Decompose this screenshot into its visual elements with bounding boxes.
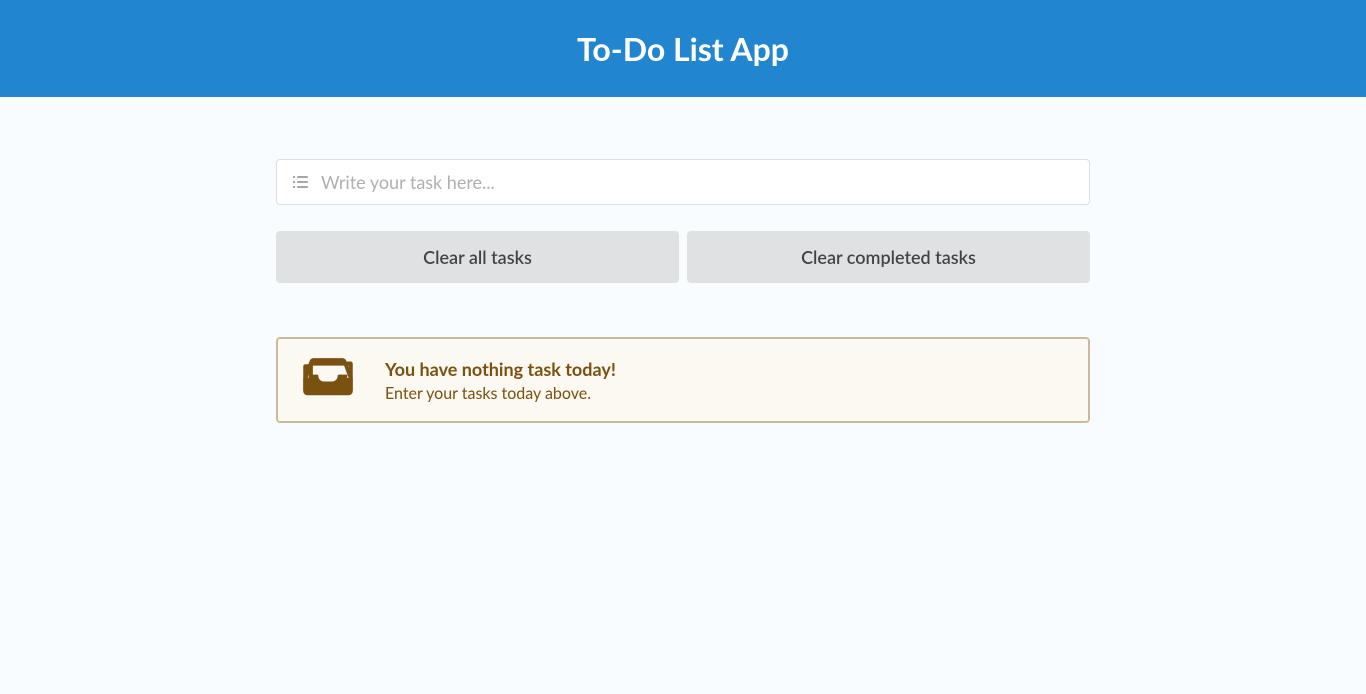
empty-state-message: You have nothing task today! Enter your … (276, 337, 1090, 423)
empty-state-title: You have nothing task today! (385, 358, 616, 380)
inbox-icon (299, 356, 357, 404)
clear-completed-button[interactable]: Clear completed tasks (687, 231, 1090, 283)
app-header: To-Do List App (0, 0, 1366, 97)
task-input-wrapper (276, 159, 1090, 205)
empty-state-subtitle: Enter your tasks today above. (385, 384, 616, 403)
list-icon (291, 174, 309, 190)
clear-all-button[interactable]: Clear all tasks (276, 231, 679, 283)
task-input[interactable] (321, 171, 1075, 193)
page-title: To-Do List App (0, 29, 1366, 68)
empty-state-text: You have nothing task today! Enter your … (385, 358, 616, 403)
main-container: Clear all tasks Clear completed tasks Yo… (276, 97, 1090, 423)
button-row: Clear all tasks Clear completed tasks (276, 231, 1090, 283)
